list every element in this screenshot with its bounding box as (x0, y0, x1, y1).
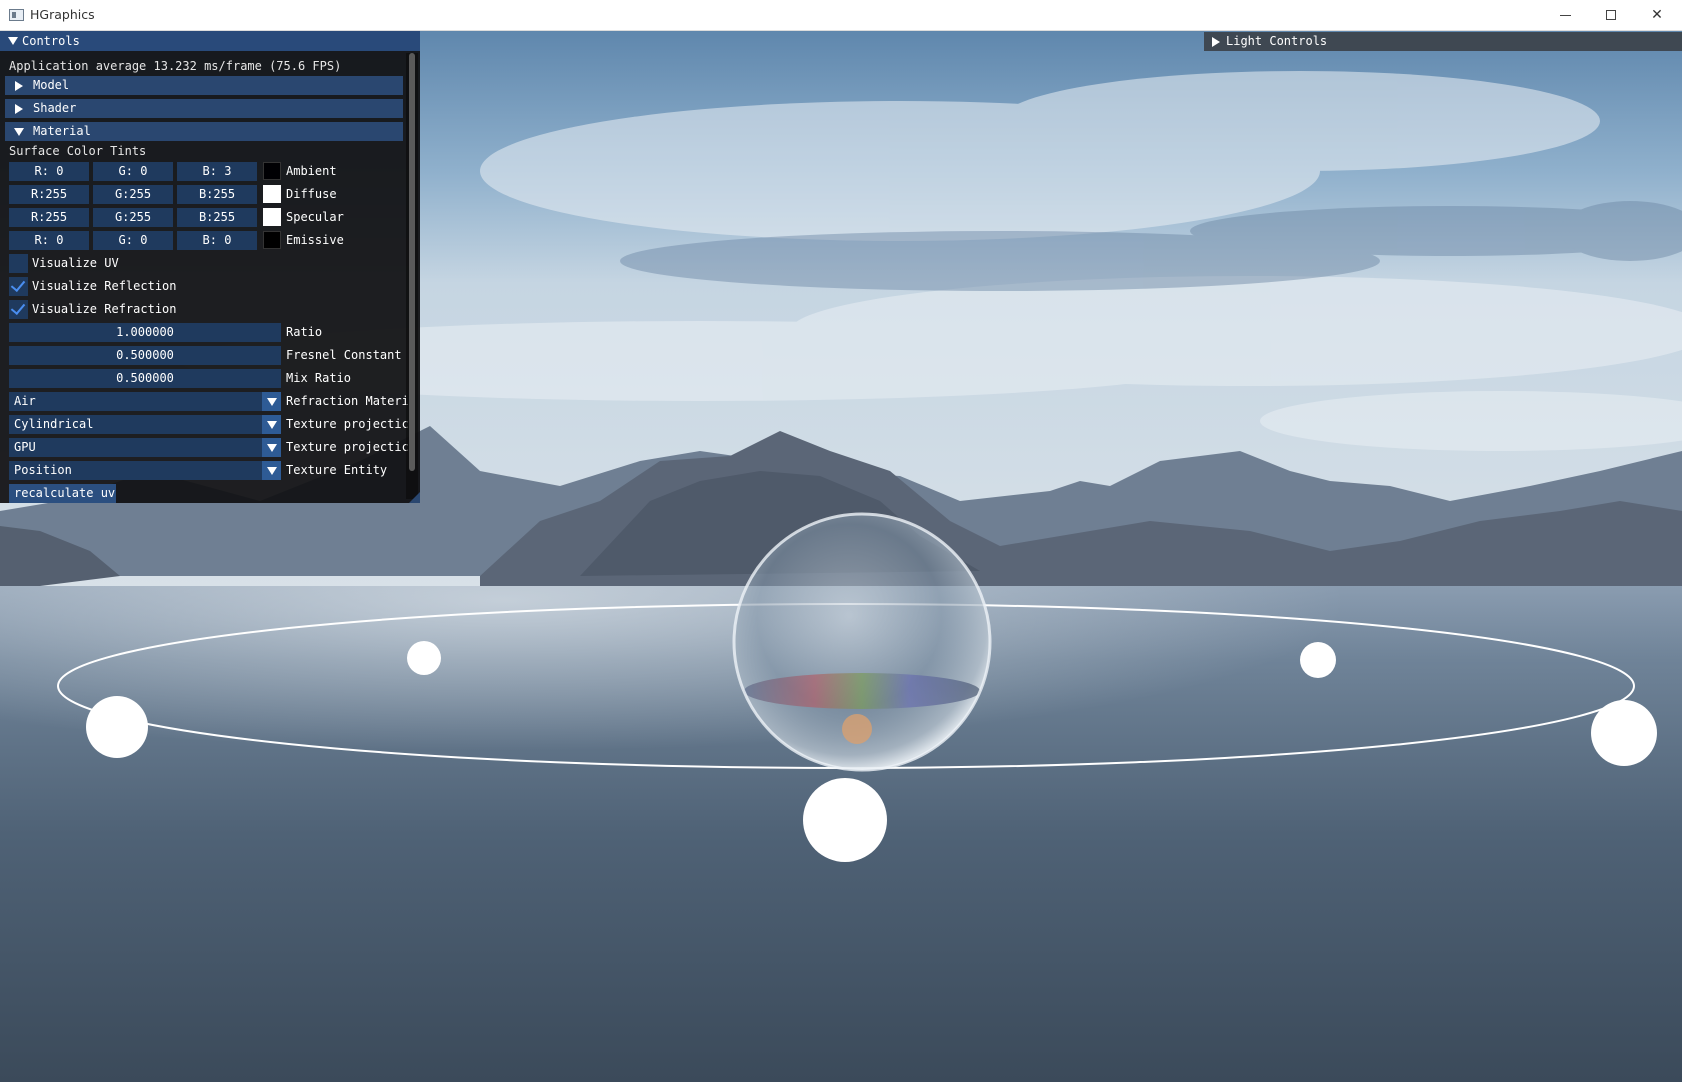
combo-arrow-button[interactable] (262, 415, 281, 434)
close-button[interactable]: ✕ (1634, 0, 1680, 30)
minimize-button[interactable] (1542, 0, 1588, 30)
app-icon (9, 9, 24, 21)
controls-title: Controls (22, 34, 80, 48)
minimize-icon (1559, 14, 1571, 16)
combo-value: Position (14, 463, 72, 477)
header-shader-label: Shader (33, 101, 77, 115)
tint-r-field[interactable]: R: 0 (9, 162, 89, 181)
combo-arrow-button[interactable] (262, 392, 281, 411)
header-material-label: Material (33, 124, 91, 138)
checkmark-icon (10, 299, 26, 316)
tint-b-field[interactable]: B: 0 (177, 231, 257, 250)
chevron-down-icon (267, 421, 277, 429)
chevron-down-icon (267, 444, 277, 452)
color-swatch[interactable] (263, 162, 281, 180)
tint-r-field[interactable]: R:255 (9, 208, 89, 227)
color-swatch[interactable] (263, 185, 281, 203)
light-controls-title-bar[interactable]: Light Controls (1204, 32, 1682, 51)
texture-projection-combo[interactable]: Cylindrical (9, 415, 281, 434)
expand-arrow-icon[interactable] (1212, 37, 1220, 47)
header-shader[interactable]: Shader (5, 99, 403, 118)
tint-g-field[interactable]: G: 0 (93, 162, 173, 181)
tint-label: Emissive (286, 233, 344, 247)
ratio-slider[interactable]: 1.000000 (9, 323, 281, 342)
tint-label: Diffuse (286, 187, 337, 201)
visualize-refraction-label: Visualize Refraction (32, 302, 177, 316)
combo-value: GPU (14, 440, 36, 454)
tint-b-field[interactable]: B:255 (177, 185, 257, 204)
maximize-button[interactable] (1588, 0, 1634, 30)
collapse-arrow-icon (14, 128, 24, 136)
texture-entity-combo[interactable]: Position (9, 461, 281, 480)
mix-ratio-label: Mix Ratio (286, 371, 352, 385)
maximize-icon (1606, 10, 1616, 20)
tint-r-field[interactable]: R: 0 (9, 231, 89, 250)
scrollbar-thumb[interactable] (409, 53, 415, 471)
chevron-down-icon (267, 467, 277, 475)
mix-ratio-slider[interactable]: 0.500000 (9, 369, 281, 388)
tint-label: Ambient (286, 164, 337, 178)
visualize-uv-label: Visualize UV (32, 256, 119, 270)
tint-g-field[interactable]: G:255 (93, 208, 173, 227)
combo-arrow-button[interactable] (262, 438, 281, 457)
texture-projection-mode-combo[interactable]: GPU (9, 438, 281, 457)
recalculate-uv-button[interactable]: recalculate uv (9, 484, 116, 503)
chevron-down-icon (267, 398, 277, 406)
window-title: HGraphics (30, 7, 95, 22)
light-controls-title: Light Controls (1226, 34, 1328, 48)
header-model-label: Model (33, 78, 70, 92)
combo-arrow-button[interactable] (262, 461, 281, 480)
tint-g-field[interactable]: G: 0 (93, 231, 173, 250)
combo-label: Texture Entity (286, 463, 388, 477)
tint-r-field[interactable]: R:255 (9, 185, 89, 204)
tint-b-field[interactable]: B:255 (177, 208, 257, 227)
surface-color-tints-label: Surface Color Tints (9, 144, 147, 158)
combo-label: Refraction Materi (286, 394, 409, 408)
checkmark-icon (10, 276, 26, 293)
tint-label: Specular (286, 210, 344, 224)
color-swatch[interactable] (263, 231, 281, 249)
visualize-reflection-checkbox[interactable] (9, 276, 28, 296)
combo-value: Cylindrical (14, 417, 94, 431)
combo-label: Texture projectic (286, 417, 409, 431)
color-swatch[interactable] (263, 208, 281, 226)
ratio-label: Ratio (286, 325, 323, 339)
fresnel-constant-label: Fresnel Constant (286, 348, 402, 362)
visualize-refraction-checkbox[interactable] (9, 299, 28, 319)
fps-text: Application average 13.232 ms/frame (75.… (9, 59, 342, 73)
glass-sphere (732, 512, 992, 772)
header-material[interactable]: Material (5, 122, 403, 141)
close-icon: ✕ (1651, 7, 1663, 23)
resize-grip[interactable] (409, 492, 420, 503)
refraction-material-combo[interactable]: Air (9, 392, 281, 411)
visualize-reflection-label: Visualize Reflection (32, 279, 177, 293)
controls-title-bar[interactable]: Controls (0, 31, 420, 51)
controls-scrollbar[interactable] (406, 53, 418, 499)
expand-arrow-icon (15, 81, 23, 91)
tint-b-field[interactable]: B: 3 (177, 162, 257, 181)
header-model[interactable]: Model (5, 76, 403, 95)
combo-value: Air (14, 394, 36, 408)
visualize-uv-checkbox[interactable] (9, 254, 28, 273)
light-controls-panel[interactable]: Light Controls (1204, 32, 1682, 51)
expand-arrow-icon (15, 104, 23, 114)
tint-g-field[interactable]: G:255 (93, 185, 173, 204)
controls-panel[interactable]: Controls Application average 13.232 ms/f… (0, 31, 420, 503)
collapse-arrow-icon[interactable] (8, 37, 18, 45)
fresnel-constant-slider[interactable]: 0.500000 (9, 346, 281, 365)
combo-label: Texture projectic (286, 440, 409, 454)
window-title-bar[interactable]: HGraphics ✕ (0, 0, 1682, 31)
